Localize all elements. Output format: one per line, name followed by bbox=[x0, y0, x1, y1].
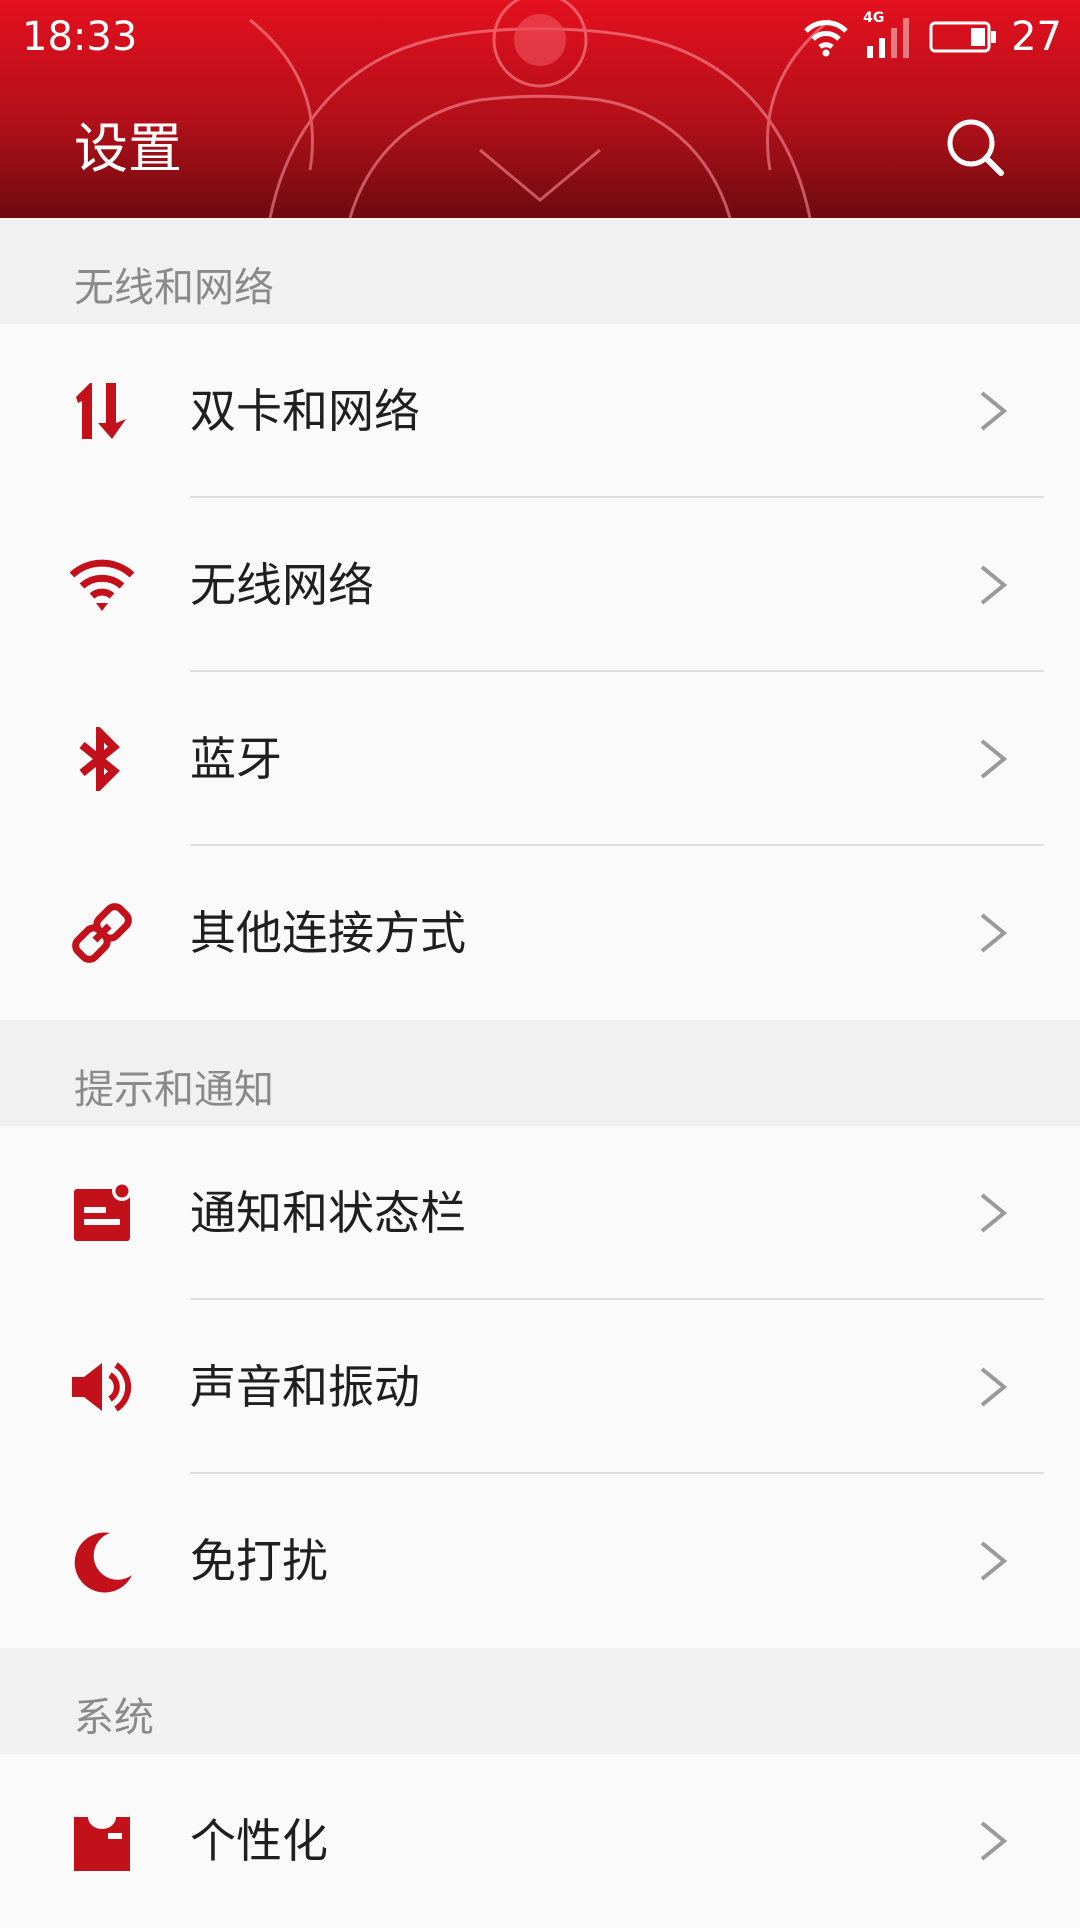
dual-sim-data-icon bbox=[76, 383, 126, 439]
settings-item-bluetooth[interactable]: 蓝牙 bbox=[0, 672, 1080, 846]
chevron-right-icon bbox=[980, 1821, 1008, 1861]
settings-item-label: 个性化 bbox=[190, 1814, 328, 1868]
settings-item-wifi[interactable]: 无线网络 bbox=[0, 498, 1080, 672]
section-header-system: 系统 bbox=[0, 1648, 1080, 1754]
search-button[interactable] bbox=[940, 112, 1010, 182]
app-header: 18:33 4G 27 设置 bbox=[0, 0, 1080, 218]
chevron-right-icon bbox=[980, 1367, 1008, 1407]
chevron-right-icon bbox=[980, 913, 1008, 953]
settings-group-system: 个性化 bbox=[0, 1754, 1080, 1928]
settings-item-notification-statusbar[interactable]: 通知和状态栏 bbox=[0, 1126, 1080, 1300]
battery-level: 27 bbox=[1011, 14, 1062, 60]
section-title: 系统 bbox=[74, 1695, 154, 1741]
notification-icon bbox=[74, 1181, 132, 1241]
wifi-status-icon bbox=[804, 20, 848, 57]
settings-item-label: 蓝牙 bbox=[190, 732, 282, 786]
settings-item-personalization[interactable]: 个性化 bbox=[0, 1754, 1080, 1928]
page-title: 设置 bbox=[74, 117, 182, 180]
settings-item-other-connections[interactable]: 其他连接方式 bbox=[0, 846, 1080, 1020]
settings-item-label: 双卡和网络 bbox=[190, 384, 420, 438]
section-title: 无线和网络 bbox=[74, 265, 274, 311]
status-bar: 18:33 4G 27 bbox=[0, 0, 1080, 76]
settings-group-wireless: 双卡和网络 无线网络 蓝牙 其他连接方式 bbox=[0, 324, 1080, 1020]
status-indicators: 4G 27 bbox=[803, 10, 1062, 62]
wifi-icon bbox=[70, 559, 134, 611]
section-header-notifications: 提示和通知 bbox=[0, 1020, 1080, 1126]
settings-item-label: 通知和状态栏 bbox=[190, 1186, 466, 1240]
speaker-icon bbox=[72, 1362, 132, 1412]
settings-item-dual-sim[interactable]: 双卡和网络 bbox=[0, 324, 1080, 498]
section-header-wireless: 无线和网络 bbox=[0, 218, 1080, 324]
chevron-right-icon bbox=[980, 739, 1008, 779]
settings-item-label: 无线网络 bbox=[190, 558, 374, 612]
personalization-icon bbox=[74, 1817, 130, 1871]
settings-group-notifications: 通知和状态栏 声音和振动 免打扰 bbox=[0, 1126, 1080, 1648]
status-time: 18:33 bbox=[22, 14, 138, 60]
chevron-right-icon bbox=[980, 1193, 1008, 1233]
signal-bars-icon bbox=[867, 18, 910, 58]
link-icon bbox=[72, 903, 132, 963]
chevron-right-icon bbox=[980, 1541, 1008, 1581]
settings-item-label: 其他连接方式 bbox=[190, 906, 466, 960]
chevron-right-icon bbox=[980, 565, 1008, 605]
settings-item-do-not-disturb[interactable]: 免打扰 bbox=[0, 1474, 1080, 1648]
settings-item-label: 声音和振动 bbox=[190, 1360, 420, 1414]
moon-icon bbox=[74, 1532, 132, 1593]
settings-item-sound-vibration[interactable]: 声音和振动 bbox=[0, 1300, 1080, 1474]
chevron-right-icon bbox=[980, 391, 1008, 431]
bluetooth-icon bbox=[79, 727, 120, 791]
cellular-signal: 4G bbox=[863, 10, 915, 60]
settings-item-label: 免打扰 bbox=[190, 1534, 328, 1588]
battery-icon bbox=[929, 21, 997, 53]
search-icon bbox=[947, 119, 1004, 176]
section-title: 提示和通知 bbox=[74, 1067, 274, 1113]
